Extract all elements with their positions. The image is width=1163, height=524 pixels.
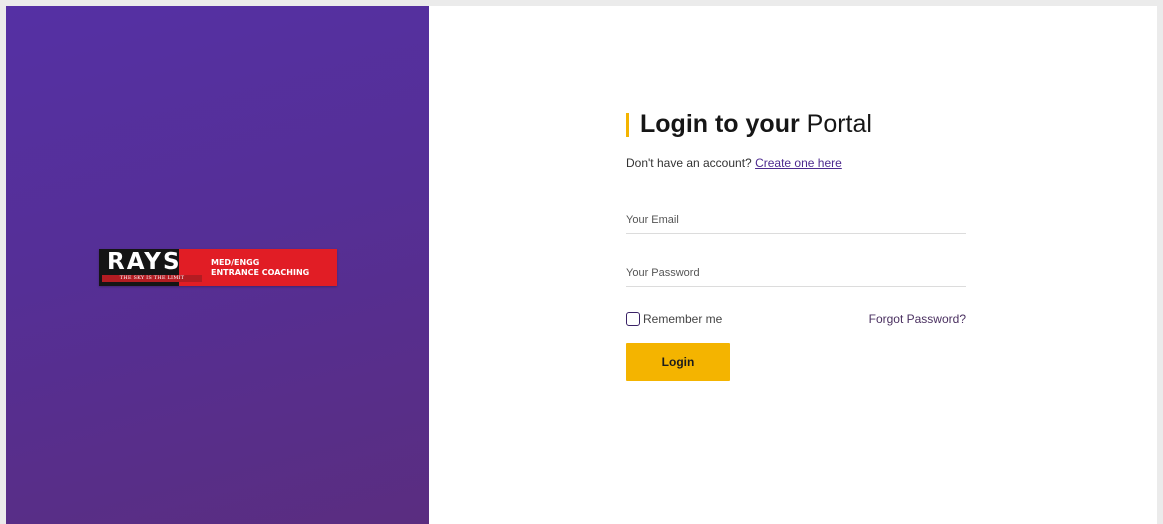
signup-prompt: Don't have an account? Create one here	[626, 155, 966, 171]
remember-me-label: Remember me	[643, 312, 723, 326]
logo-tagline: THE SKY IS THE LIMIT	[102, 275, 202, 282]
login-options: Remember me Forgot Password?	[626, 309, 966, 329]
password-field[interactable]	[626, 260, 966, 286]
login-panel: Login to your Portal Don't have an accou…	[626, 107, 966, 381]
password-field-wrapper	[626, 260, 966, 287]
title-rest: Portal	[806, 110, 872, 138]
create-account-link[interactable]: Create one here	[755, 156, 842, 170]
remember-me-checkbox[interactable]	[626, 312, 640, 326]
logo-line-1: MED/ENGG	[211, 257, 260, 267]
logo-mark: RAYS THE SKY IS THE LIMIT	[99, 249, 205, 286]
title-accent-bar	[626, 113, 629, 137]
title-strong: Login to your	[640, 110, 800, 138]
page-title: Login to your Portal	[626, 107, 966, 141]
email-field[interactable]	[626, 207, 966, 233]
brand-panel: RAYS THE SKY IS THE LIMIT MED/ENGG ENTRA…	[6, 6, 429, 524]
remember-me[interactable]: Remember me	[626, 312, 722, 326]
page-frame: RAYS THE SKY IS THE LIMIT MED/ENGG ENTRA…	[6, 6, 1157, 524]
login-button[interactable]: Login	[626, 343, 730, 381]
logo-text: MED/ENGG ENTRANCE COACHING	[205, 249, 337, 286]
rays-logo: RAYS THE SKY IS THE LIMIT MED/ENGG ENTRA…	[99, 249, 337, 286]
logo-line-2: ENTRANCE COACHING	[211, 267, 310, 277]
signup-prompt-text: Don't have an account?	[626, 156, 752, 170]
email-field-wrapper	[626, 207, 966, 234]
logo-wordmark: RAYS	[107, 249, 182, 275]
forgot-password-link[interactable]: Forgot Password?	[869, 312, 966, 326]
